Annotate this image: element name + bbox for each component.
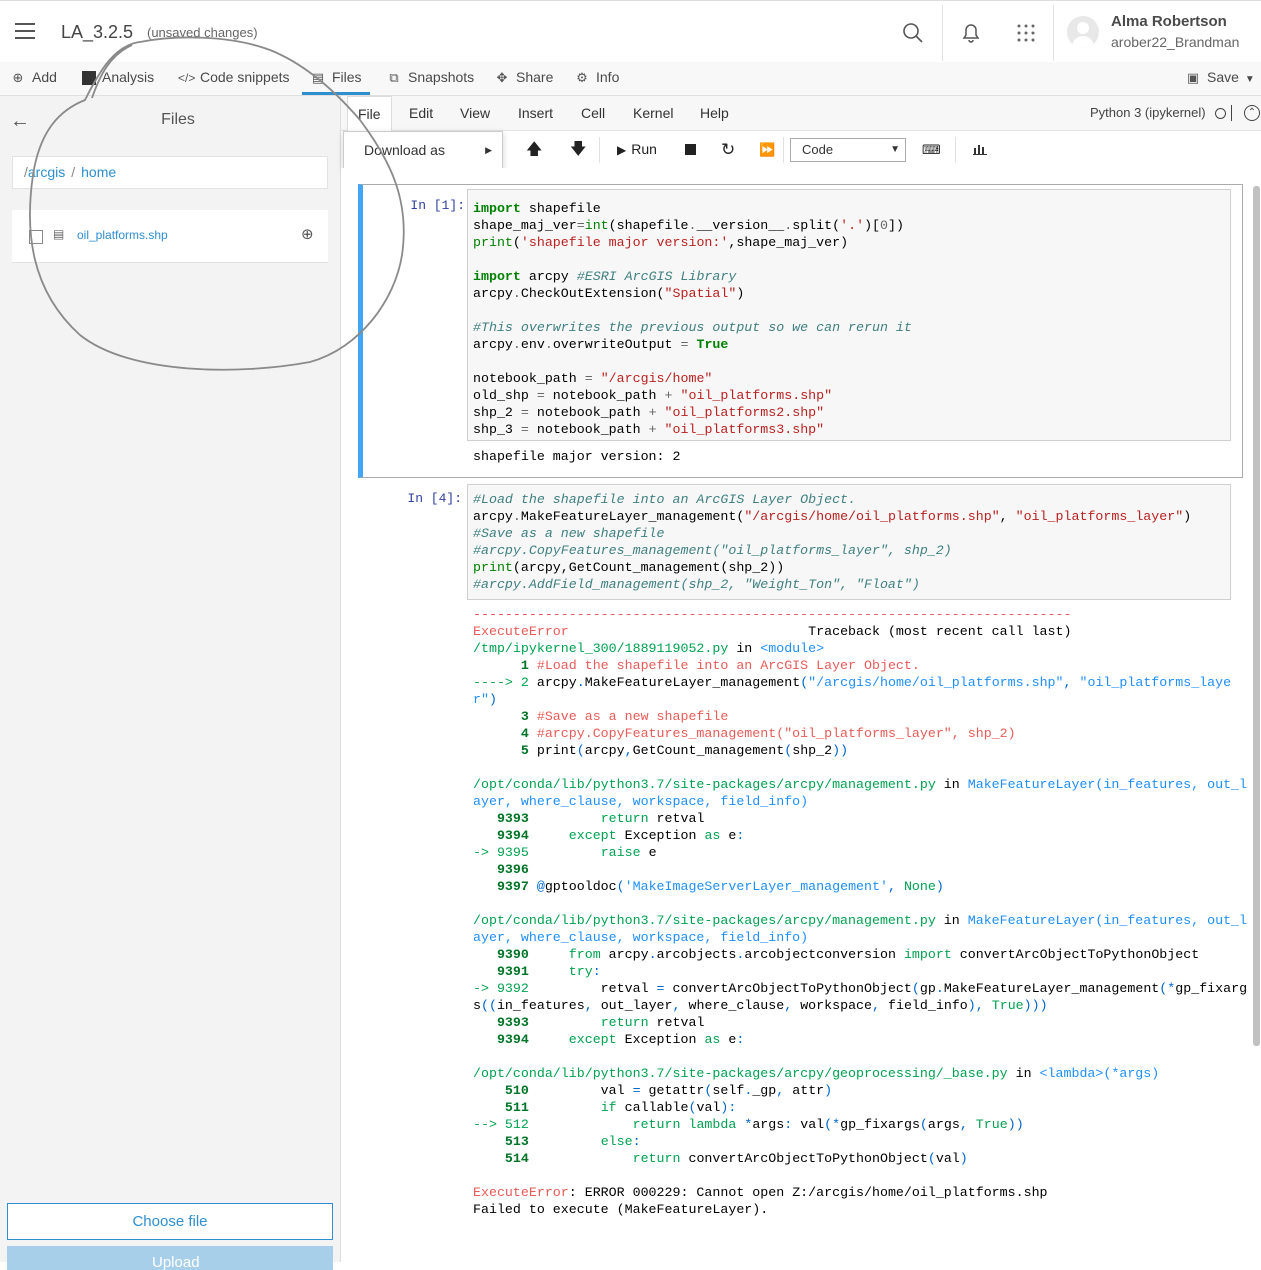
menu-file[interactable]: File bbox=[347, 96, 392, 131]
collapse-header-icon[interactable]: ⌃ bbox=[1244, 105, 1260, 121]
avatar[interactable] bbox=[1067, 16, 1099, 48]
kernel-status-icon bbox=[1215, 108, 1226, 119]
notebook-title[interactable]: LA_3.2.5 bbox=[61, 22, 133, 43]
error-traceback: ----------------------------------------… bbox=[473, 607, 1248, 1217]
cell-type-value: Code bbox=[802, 142, 834, 157]
move-down-icon[interactable]: 🡇 bbox=[570, 131, 586, 168]
chevron-down-icon: ▼ bbox=[890, 144, 900, 155]
restart-icon[interactable]: ↻ bbox=[721, 131, 735, 168]
code-icon: </> bbox=[178, 71, 196, 85]
file-checkbox[interactable] bbox=[29, 230, 43, 244]
jupyter-menubar: File Edit View Insert Cell Kernel Help P… bbox=[341, 96, 1261, 131]
code-input[interactable]: import shapefile shape_maj_ver=int(shape… bbox=[467, 189, 1231, 441]
user-name: Alma Robertson bbox=[1111, 13, 1227, 30]
files-panel: ← Files /arcgis / home ▤ oil_platforms.shp… bbox=[0, 96, 341, 1270]
snapshots-button[interactable]: ⧉ Snapshots bbox=[386, 62, 474, 93]
file-list-item[interactable]: ▤ oil_platforms.shp ⊕ bbox=[12, 210, 328, 263]
files-panel-title: Files bbox=[161, 111, 195, 128]
keyboard-icon[interactable]: ⌨ bbox=[922, 131, 941, 168]
search-icon[interactable] bbox=[902, 22, 924, 44]
file-doc-icon: ▤ bbox=[53, 227, 65, 241]
upload-button[interactable]: Upload bbox=[7, 1246, 333, 1270]
breadcrumb-arcgis[interactable]: arcgis bbox=[28, 164, 65, 180]
info-icon: ⚙ bbox=[576, 70, 588, 85]
file-menu-dropdown: Download as ▶ bbox=[343, 131, 503, 169]
header-divider bbox=[1053, 5, 1054, 61]
breadcrumb-separator: / bbox=[71, 164, 76, 180]
fast-forward-icon[interactable]: ⏩ bbox=[759, 131, 775, 168]
choose-file-button[interactable]: Choose file bbox=[7, 1203, 333, 1240]
analysis-icon bbox=[82, 71, 96, 86]
hamburger-menu-icon[interactable] bbox=[15, 23, 35, 39]
path-breadcrumb: /arcgis / home bbox=[12, 156, 328, 189]
header-divider bbox=[942, 5, 943, 61]
menu-kernel[interactable]: Kernel bbox=[633, 96, 673, 130]
code-cell-2[interactable]: In [4]: #Load the shapefile into an ArcG… bbox=[358, 482, 1247, 1222]
share-button[interactable]: ✥ Share bbox=[494, 62, 554, 93]
toolbar-divider bbox=[783, 137, 784, 163]
code-snippets-button[interactable]: </> Code snippets bbox=[178, 62, 290, 93]
menubar-divider bbox=[1231, 105, 1232, 121]
breadcrumb-home[interactable]: home bbox=[81, 164, 116, 180]
cell-prompt: In [1]: bbox=[410, 198, 465, 213]
kernel-name[interactable]: Python 3 (ipykernel) bbox=[1090, 96, 1206, 130]
menu-help[interactable]: Help bbox=[700, 96, 729, 130]
plus-circle-icon: ⊕ bbox=[12, 70, 24, 85]
notebook-toolbar: ⊕ Add Analysis </> Code snippets ▤ Files ⧉ S… bbox=[0, 62, 1261, 96]
stop-icon[interactable] bbox=[685, 144, 696, 155]
add-to-notebook-icon[interactable]: ⊕ bbox=[301, 225, 314, 243]
bell-icon[interactable] bbox=[960, 22, 982, 44]
cell-output: shapefile major version: 2 bbox=[473, 449, 681, 464]
menu-cell[interactable]: Cell bbox=[581, 96, 605, 130]
files-button[interactable]: ▤ Files bbox=[302, 62, 370, 95]
upload-label: Upload bbox=[152, 1254, 200, 1270]
code-cell-1[interactable]: In [1]: import shapefile shape_maj_ver=i… bbox=[358, 184, 1243, 478]
file-icon: ▤ bbox=[311, 70, 325, 85]
save-icon: ▣ bbox=[1186, 70, 1200, 85]
menu-edit[interactable]: Edit bbox=[409, 96, 433, 130]
move-up-icon[interactable]: 🡅 bbox=[526, 131, 542, 168]
notebook-scrollbar[interactable] bbox=[1253, 186, 1260, 1046]
cell-prompt: In [4]: bbox=[407, 491, 462, 506]
snapshot-icon: ⧉ bbox=[389, 70, 399, 85]
share-icon: ✥ bbox=[496, 70, 508, 85]
play-icon: ▶ bbox=[617, 143, 627, 157]
analysis-button[interactable]: Analysis bbox=[82, 62, 154, 93]
cell-type-select[interactable]: Code ▼ bbox=[790, 138, 906, 162]
menu-insert[interactable]: Insert bbox=[518, 96, 553, 130]
menu-view[interactable]: View bbox=[460, 96, 490, 130]
file-name[interactable]: oil_platforms.shp bbox=[77, 228, 168, 242]
user-id: arober22_Brandman bbox=[1111, 34, 1240, 50]
code-input[interactable]: #Load the shapefile into an ArcGIS Layer… bbox=[467, 484, 1231, 600]
run-button[interactable]: ▶ Run bbox=[617, 131, 657, 168]
chart-icon[interactable] bbox=[973, 143, 987, 155]
apps-grid-icon[interactable] bbox=[1016, 23, 1036, 43]
info-button[interactable]: ⚙ Info bbox=[574, 62, 619, 93]
chevron-down-icon: ▼ bbox=[1244, 74, 1255, 85]
download-as-item[interactable]: Download as ▶ bbox=[344, 132, 502, 168]
app-header: LA_3.2.5 (unsaved changes) Alma Robertso… bbox=[0, 0, 1261, 64]
chevron-right-icon: ▶ bbox=[485, 145, 492, 155]
add-button[interactable]: ⊕ Add bbox=[10, 62, 57, 93]
unsaved-indicator: (unsaved changes) bbox=[147, 25, 258, 40]
save-button[interactable]: ▣ Save ▼ bbox=[1185, 62, 1255, 93]
toolbar-divider bbox=[955, 137, 956, 163]
toolbar-divider bbox=[599, 137, 600, 163]
